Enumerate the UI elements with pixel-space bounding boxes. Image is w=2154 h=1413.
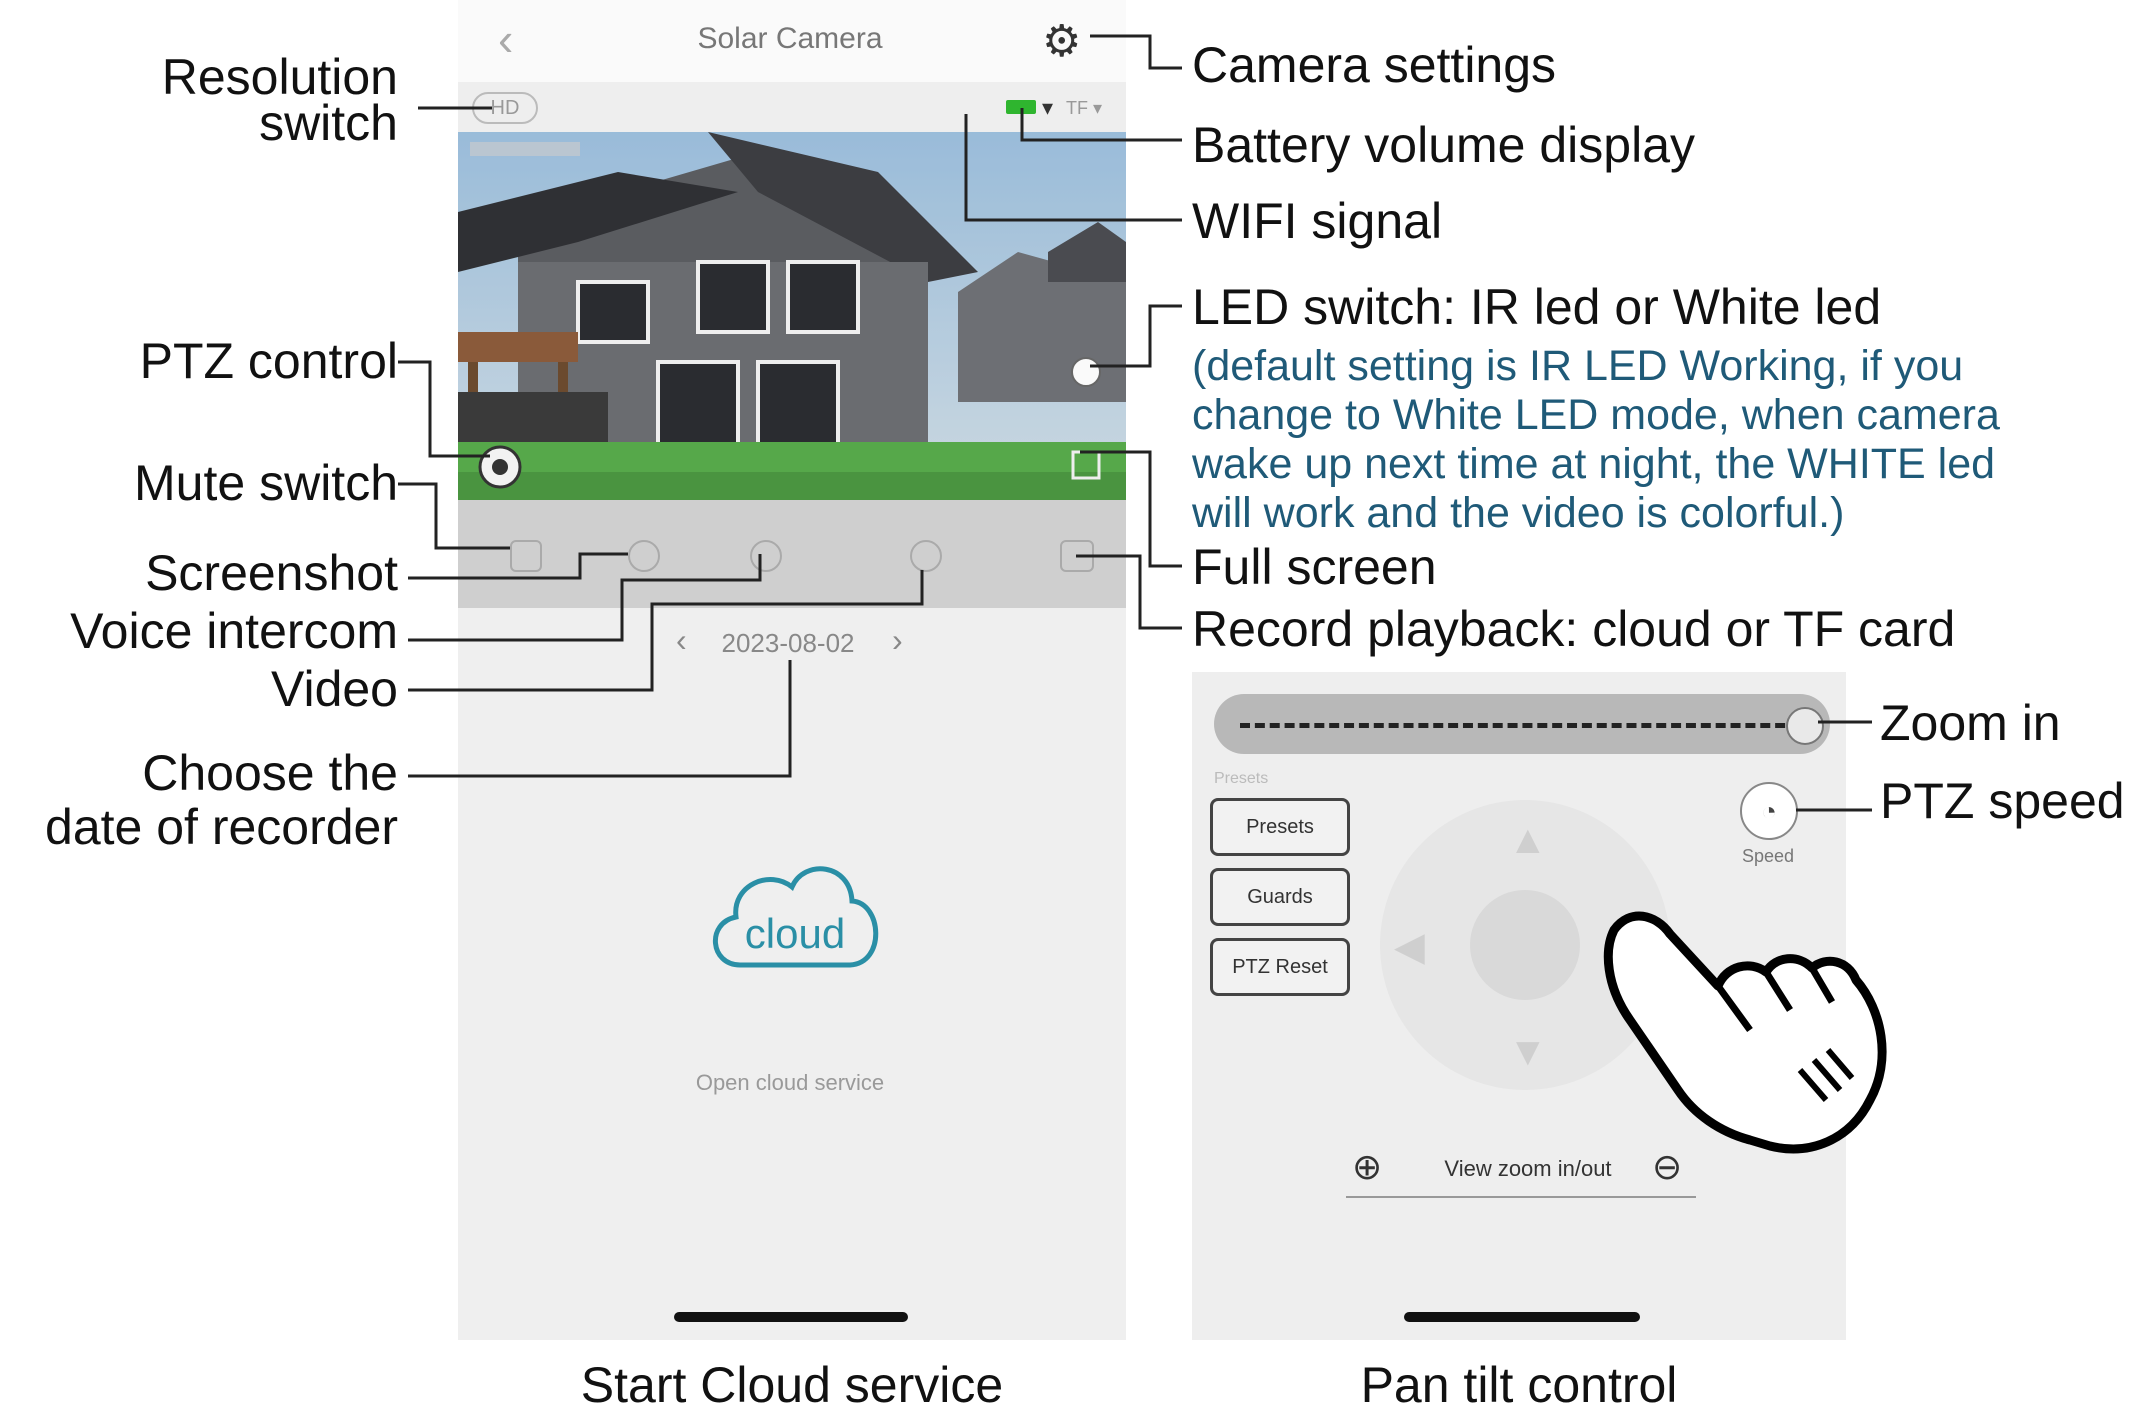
annotation-screenshot: Screenshot: [145, 545, 398, 601]
annotation-battery-volume: Battery volume display: [1192, 117, 1696, 173]
caption-start-cloud-service: Start Cloud service: [580, 1357, 1004, 1413]
annotation-ptz-speed: PTZ speed: [1880, 773, 2125, 829]
annotation-voice-intercom: Voice intercom: [70, 603, 398, 659]
led-note-line-2: change to White LED mode, when camera: [1192, 391, 2000, 439]
annotation-ptz-control: PTZ control: [139, 333, 398, 389]
annotation-choose-date-2: date of recorder: [45, 799, 398, 855]
annotation-full-screen: Full screen: [1192, 539, 1437, 595]
led-note-line-4: will work and the video is colorful.): [1192, 489, 1845, 537]
annotation-zoom-in: Zoom in: [1880, 695, 2061, 751]
annotation-led-switch: LED switch: IR led or White led: [1192, 279, 1882, 335]
led-note-line-1: (default setting is IR LED Working, if y…: [1192, 342, 1964, 390]
annotation-camera-settings: Camera settings: [1192, 37, 1557, 93]
led-note-line-3: wake up next time at night, the WHITE le…: [1192, 440, 1996, 488]
caption-pan-tilt-control: Pan tilt control: [1360, 1357, 1678, 1413]
annotation-record-playback: Record playback: cloud or TF card: [1192, 601, 1956, 657]
annotation-choose-date: Choose the: [142, 745, 398, 801]
annotation-wifi-signal: WIFI signal: [1192, 193, 1443, 249]
annotation-mute-switch: Mute switch: [134, 455, 398, 511]
annotation-resolution-switch-2: switch: [259, 95, 398, 151]
annotation-video: Video: [271, 661, 398, 717]
